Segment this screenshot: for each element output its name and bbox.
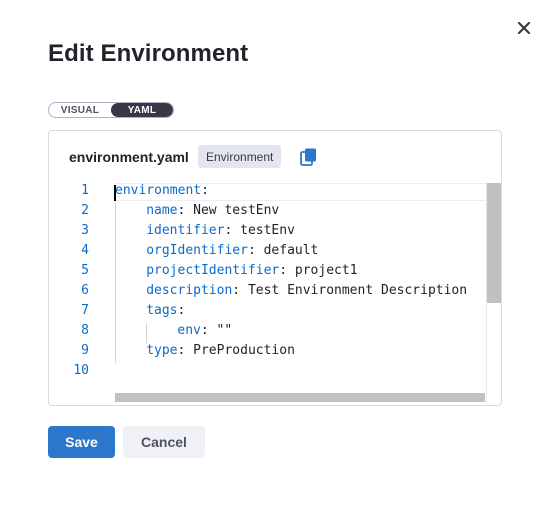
vertical-scrollbar[interactable]: [487, 183, 501, 303]
yaml-key: description: [146, 283, 233, 298]
yaml-key: environment: [115, 183, 202, 198]
indent-guide: [115, 203, 116, 223]
toggle-visual[interactable]: VISUAL: [49, 103, 111, 117]
indent-guide: [115, 243, 116, 263]
code-line: environment:: [115, 183, 217, 198]
line-number: 2: [81, 203, 89, 218]
yaml-value: Test Environment Description: [247, 283, 468, 298]
code-line: type: PreProduction: [146, 343, 295, 358]
indent-guide: [115, 323, 116, 343]
indent-guide: [115, 303, 116, 323]
dialog-title: Edit Environment: [48, 40, 249, 67]
code-line: env: "": [177, 323, 233, 338]
yaml-value: New testEnv: [193, 203, 280, 218]
code-line: description: Test Environment Descriptio…: [146, 283, 468, 298]
yaml-key: type: [146, 343, 178, 358]
line-number: 3: [81, 223, 89, 238]
toggle-yaml[interactable]: YAML: [111, 103, 173, 117]
yaml-value: PreProduction: [193, 343, 295, 358]
indent-guide: [115, 263, 116, 283]
yaml-key: name: [146, 203, 178, 218]
line-number-gutter: 1 2 3 4 5 6 7 8 9 10: [49, 183, 111, 405]
copy-icon[interactable]: [299, 147, 319, 167]
line-number: 9: [81, 343, 89, 358]
indent-guide: [146, 323, 148, 343]
save-button[interactable]: Save: [48, 426, 115, 458]
yaml-key: projectIdentifier: [146, 263, 280, 278]
view-toggle: VISUAL YAML: [48, 102, 174, 118]
close-button[interactable]: [513, 17, 535, 39]
indent-guide: [115, 283, 116, 303]
close-icon: [517, 21, 531, 35]
line-number: 8: [81, 323, 89, 338]
yaml-key: identifier: [146, 223, 225, 238]
yaml-key: tags: [146, 303, 178, 318]
line-number: 7: [81, 303, 89, 318]
horizontal-scrollbar[interactable]: [115, 393, 485, 402]
yaml-value: "": [216, 323, 233, 338]
yaml-editor: environment.yaml Environment 1 2 3 4 5 6 7 8 9 10…: [48, 130, 502, 406]
entity-badge: Environment: [198, 145, 282, 168]
indent-guide: [115, 343, 116, 363]
code-line: orgIdentifier: default: [146, 243, 319, 258]
filename: environment.yaml: [69, 149, 189, 165]
code-line: tags:: [146, 303, 194, 318]
editor-header: environment.yaml Environment: [49, 131, 501, 183]
code-line: projectIdentifier: project1: [146, 263, 358, 278]
line-number: 10: [73, 363, 89, 378]
cancel-button[interactable]: Cancel: [123, 426, 205, 458]
line-number: 6: [81, 283, 89, 298]
indent-guide: [115, 223, 116, 243]
code-area[interactable]: 1 2 3 4 5 6 7 8 9 10 environment: name: New testE…: [49, 183, 501, 405]
yaml-key: env: [177, 323, 201, 338]
code-line: name: New testEnv: [146, 203, 280, 218]
code-line: identifier: testEnv: [146, 223, 295, 238]
yaml-value: project1: [294, 263, 358, 278]
yaml-value: default: [263, 243, 319, 258]
line-number: 5: [81, 263, 89, 278]
line-number: 1: [81, 183, 89, 198]
line-number: 4: [81, 243, 89, 258]
yaml-value: testEnv: [240, 223, 295, 238]
yaml-key: orgIdentifier: [146, 243, 248, 258]
